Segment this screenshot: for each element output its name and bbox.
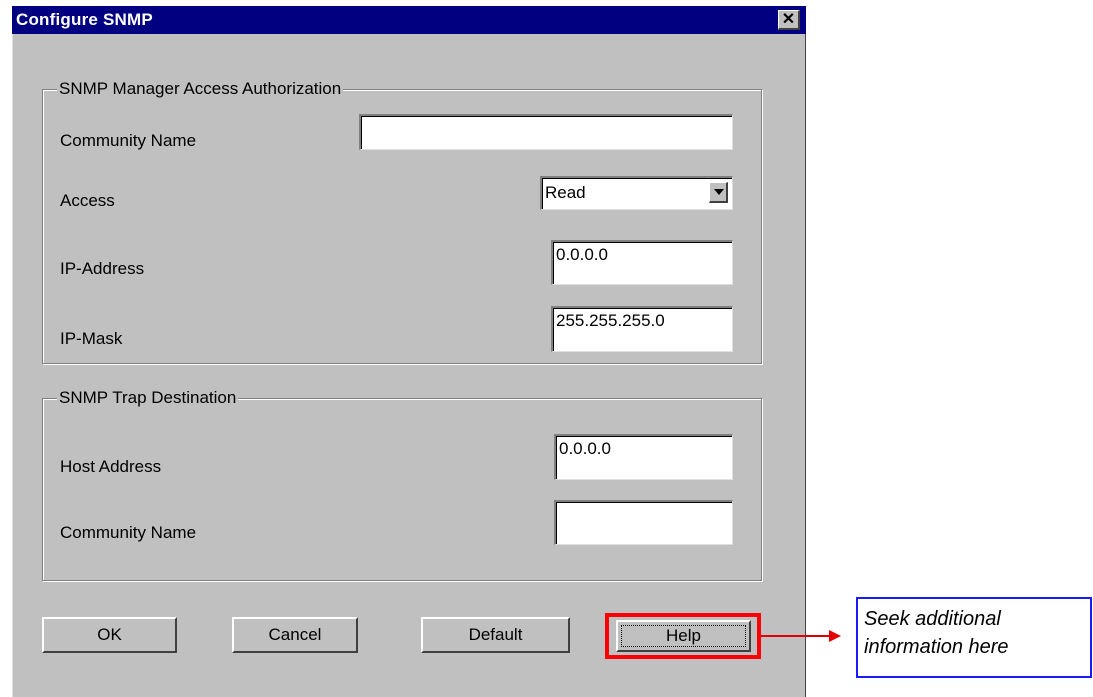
ip-mask-input[interactable]: 255.255.255.0 xyxy=(551,306,733,352)
trap-destination-group-label: SNMP Trap Destination xyxy=(57,388,239,408)
ip-mask-label: IP-Mask xyxy=(60,329,123,348)
trap-community-name-input[interactable] xyxy=(554,500,733,545)
host-address-input[interactable]: 0.0.0.0 xyxy=(554,434,733,480)
window-title: Configure SNMP xyxy=(16,10,153,29)
annotation-callout: Seek additional information here xyxy=(856,597,1092,678)
access-select[interactable]: Read xyxy=(540,176,733,210)
trap-community-name-label: Community Name xyxy=(60,523,197,542)
manager-access-group-label: SNMP Manager Access Authorization xyxy=(57,79,344,99)
chevron-down-icon[interactable] xyxy=(709,182,728,203)
default-button[interactable]: Default xyxy=(421,617,570,653)
arrow-right-icon xyxy=(829,630,841,642)
help-button[interactable]: Help xyxy=(616,620,751,652)
access-label: Access xyxy=(60,191,115,210)
trap-destination-group: SNMP Trap Destination xyxy=(42,388,762,581)
ip-address-label: IP-Address xyxy=(60,259,145,278)
close-button[interactable]: ✕ xyxy=(778,10,800,30)
callout-arrow-line xyxy=(761,635,831,637)
close-icon: ✕ xyxy=(781,10,796,28)
community-name-input[interactable] xyxy=(359,114,733,150)
title-bar[interactable]: Configure SNMP ✕ xyxy=(12,6,806,34)
access-selected-value: Read xyxy=(545,183,586,202)
focus-rectangle xyxy=(621,625,746,647)
cancel-button[interactable]: Cancel xyxy=(232,617,358,653)
ok-button[interactable]: OK xyxy=(42,617,177,653)
ip-address-input[interactable]: 0.0.0.0 xyxy=(551,240,733,285)
community-name-label: Community Name xyxy=(60,131,197,150)
host-address-label: Host Address xyxy=(60,457,162,476)
